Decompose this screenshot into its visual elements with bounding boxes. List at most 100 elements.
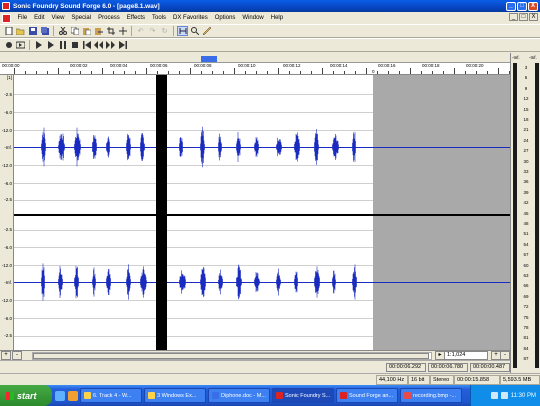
ruler-tick (476, 71, 477, 74)
play-all-icon[interactable] (33, 40, 44, 50)
save-all-icon[interactable] (39, 26, 50, 36)
menu-file[interactable]: File (14, 15, 31, 21)
ruler-label: 00:00:10 (238, 63, 256, 68)
zoom-out-button[interactable]: - (500, 351, 510, 360)
network-icon[interactable] (490, 392, 498, 399)
media-quicklaunch-icon[interactable] (68, 390, 78, 401)
selection-start[interactable]: 00:00:06.292 (386, 363, 426, 372)
ruler-tick (146, 68, 147, 74)
trim-icon[interactable] (117, 26, 128, 36)
desktop-quicklaunch-icon[interactable] (55, 390, 65, 401)
windows-flag-icon (6, 391, 14, 400)
scale-label: -6.0 (4, 110, 12, 115)
task-button-soundforge-doc[interactable]: Sound Forge an... (336, 388, 398, 403)
menu-process[interactable]: Process (95, 15, 124, 21)
scrollbar-thumb[interactable] (33, 353, 429, 359)
end-marker[interactable]: 0 (372, 69, 375, 74)
ruler-label: 00:00:20 (466, 63, 484, 68)
transport-toolbar (0, 38, 540, 52)
doc-close-button[interactable]: X (529, 13, 538, 21)
copy-icon[interactable] (69, 26, 80, 36)
redo-icon[interactable]: ↷ (147, 26, 158, 36)
zoom-ratio[interactable]: 1:1,024 (444, 351, 488, 360)
task-button-track[interactable]: 6. Track 4 - W... (80, 388, 142, 403)
task-button-paint[interactable]: recording.bmp -... (400, 388, 462, 403)
meter-scale-label: 72 (523, 304, 529, 310)
app-icon[interactable] (2, 2, 10, 10)
menu-view[interactable]: View (48, 15, 68, 21)
ruler-tick (201, 71, 202, 74)
maximize-button[interactable]: □ (517, 1, 527, 11)
play-icon[interactable] (45, 40, 56, 50)
new-icon[interactable] (3, 26, 14, 36)
waveform-burst (236, 132, 241, 162)
meter-peak-left[interactable]: -Inf. (512, 55, 520, 60)
menu-effects[interactable]: Effects (123, 15, 148, 21)
waveform-display[interactable] (14, 75, 510, 350)
overview-view-marker[interactable] (201, 56, 217, 62)
doc-minimize-button[interactable]: _ (509, 13, 518, 21)
volume-icon[interactable] (500, 392, 508, 399)
selection-length[interactable]: 00:00:00.487 (470, 363, 510, 372)
edit-tool-icon[interactable] (177, 26, 188, 36)
minimize-button[interactable]: _ (506, 1, 516, 11)
paste-icon[interactable] (81, 26, 92, 36)
task-button-soundforge[interactable]: Sonic Foundry S... (272, 388, 334, 403)
close-button[interactable]: X (528, 1, 538, 11)
waveform-burst (294, 132, 300, 162)
rewind-start-icon[interactable] (81, 40, 92, 50)
menu-edit[interactable]: Edit (31, 15, 48, 21)
channel-mode[interactable]: Stereo (430, 375, 454, 385)
overview-bar[interactable] (0, 53, 510, 63)
menu-tools[interactable]: Tools (149, 15, 170, 21)
level-meter: -Inf. -Inf. 3 6 9 12 15 18 21 24 27 30 33 36 39 42 45 4… (510, 53, 540, 373)
task-button-word[interactable]: Diphone.doc - M... (208, 388, 270, 403)
waveform-burst (276, 268, 281, 296)
clock[interactable]: 11:30 PM (511, 393, 536, 399)
open-icon[interactable] (15, 26, 26, 36)
document-icon[interactable] (2, 13, 11, 23)
doc-restore-button[interactable]: □ (519, 13, 528, 21)
pause-icon[interactable] (57, 40, 68, 50)
task-button-explorer[interactable]: 3 Windows Ex... (144, 388, 206, 403)
taskbar: start 6. Track 4 - W... 3 Windows Ex... … (0, 385, 540, 406)
sample-rate[interactable]: 44,100 Hz (376, 375, 408, 385)
cut-icon[interactable] (57, 26, 68, 36)
horizontal-scrollbar[interactable] (32, 352, 432, 360)
record-icon[interactable] (3, 40, 14, 50)
waveform-burst (41, 127, 46, 167)
forward-end-icon[interactable] (117, 40, 128, 50)
menu-special[interactable]: Special (68, 15, 95, 21)
magnify-tool-icon[interactable] (189, 26, 200, 36)
meter-peak-right[interactable]: -Inf. (529, 55, 537, 60)
rewind-icon[interactable] (93, 40, 104, 50)
selection-end[interactable]: 00:00:06.780 (428, 363, 468, 372)
stop-icon[interactable] (69, 40, 80, 50)
menu-dx-favorites[interactable]: DX Favorites (170, 15, 212, 21)
zoom-out-vertical-button[interactable]: - (12, 351, 22, 360)
undo-icon[interactable]: ↶ (135, 26, 146, 36)
bit-depth[interactable]: 16 bit (408, 375, 430, 385)
menu-window[interactable]: Window (239, 15, 267, 21)
repeat-icon[interactable]: ↻ (159, 26, 170, 36)
ruler-tick (421, 71, 422, 74)
crop-icon[interactable] (105, 26, 116, 36)
menu-help[interactable]: Help (267, 15, 286, 21)
selection-region[interactable] (156, 75, 167, 350)
mix-icon[interactable] (93, 26, 104, 36)
meter-scale-label: 54 (523, 241, 529, 247)
ruler-tick (333, 71, 334, 74)
pencil-tool-icon[interactable] (201, 26, 212, 36)
ruler-label: 00:00:14 (330, 63, 348, 68)
forward-icon[interactable] (105, 40, 116, 50)
waveform-burst (140, 266, 147, 298)
toolbar-separator (173, 26, 174, 36)
start-button[interactable]: start (0, 385, 52, 406)
meter-scale-label: 33 (523, 169, 529, 174)
time-ruler[interactable]: 00:00:00 00:00:02 00:00:04 00:00:06 00:0… (0, 63, 510, 75)
zoom-in-vertical-button[interactable]: + (1, 351, 11, 360)
menu-options[interactable]: Options (211, 15, 239, 21)
loop-icon[interactable] (15, 40, 26, 50)
save-icon[interactable] (27, 26, 38, 36)
waveform-burst (200, 266, 206, 298)
